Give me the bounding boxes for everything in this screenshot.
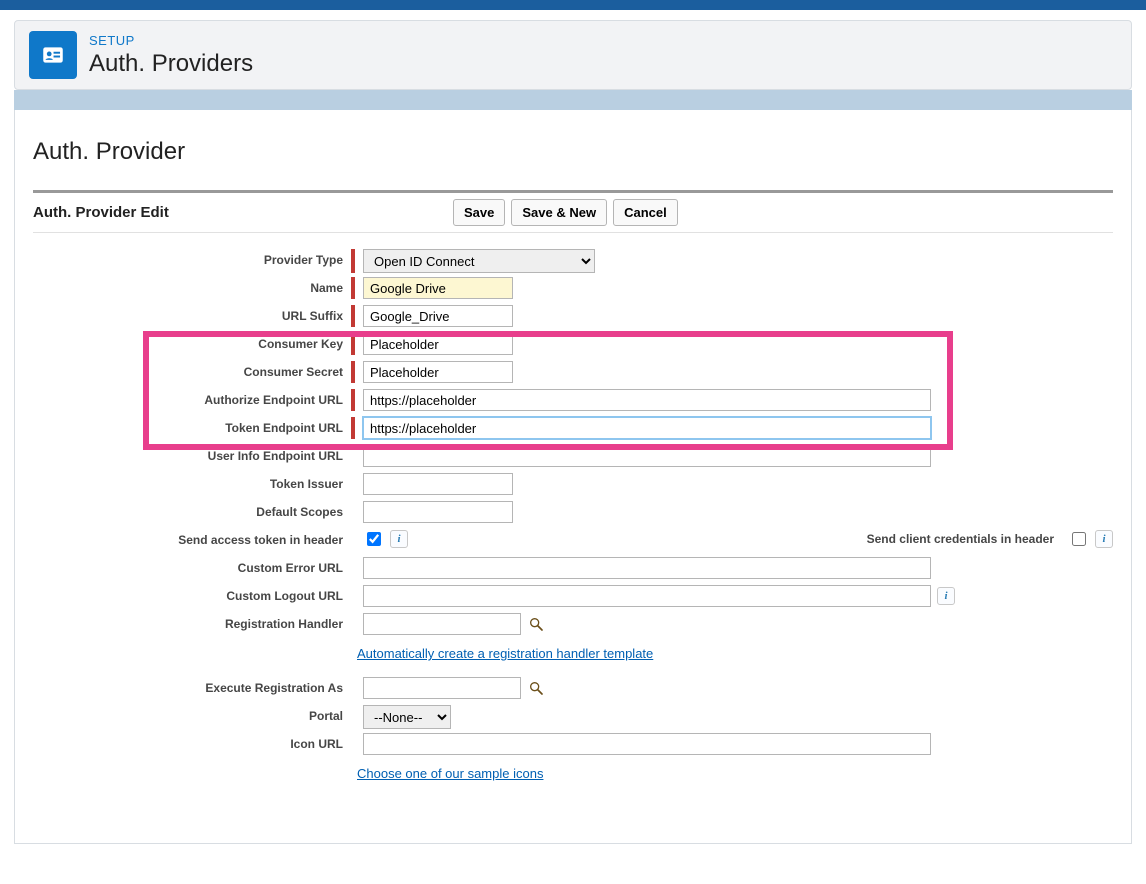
row-consumer-secret: Consumer Secret (37, 361, 1113, 389)
row-execute-registration-as: Execute Registration As (37, 677, 1113, 705)
row-portal: Portal --None-- (37, 705, 1113, 733)
top-blue-bar (0, 0, 1146, 10)
send-client-header-checkbox[interactable] (1072, 532, 1086, 546)
info-icon[interactable]: i (937, 587, 955, 605)
label-authorize-endpoint: Authorize Endpoint URL (37, 389, 351, 407)
label-url-suffix: URL Suffix (37, 305, 351, 323)
icon-link[interactable]: Choose one of our sample icons (357, 766, 543, 781)
info-icon[interactable]: i (1095, 530, 1113, 548)
required-bar (351, 389, 355, 411)
lookup-icon[interactable] (527, 615, 545, 633)
required-bar (351, 305, 355, 327)
custom-logout-url-input[interactable] (363, 585, 931, 607)
label-name: Name (37, 277, 351, 295)
label-icon-url: Icon URL (37, 733, 351, 751)
label-registration-handler: Registration Handler (37, 613, 351, 631)
setup-header: SETUP Auth. Providers (14, 20, 1132, 90)
row-name: Name (37, 277, 1113, 305)
banner-strip (14, 90, 1132, 110)
eyebrow: SETUP (89, 33, 253, 48)
required-bar (351, 277, 355, 299)
required-bar (351, 333, 355, 355)
header-title: Auth. Providers (89, 50, 253, 78)
row-userinfo-endpoint: User Info Endpoint URL (37, 445, 1113, 473)
required-bar (351, 361, 355, 383)
row-token-endpoint: Token Endpoint URL (37, 417, 1113, 445)
label-send-token-header: Send access token in header (37, 529, 351, 547)
send-token-header-checkbox[interactable] (367, 532, 381, 546)
token-issuer-input[interactable] (363, 473, 513, 495)
label-consumer-secret: Consumer Secret (37, 361, 351, 379)
name-input[interactable] (363, 277, 513, 299)
row-default-scopes: Default Scopes (37, 501, 1113, 529)
label-consumer-key: Consumer Key (37, 333, 351, 351)
required-bar (351, 249, 355, 273)
row-consumer-key: Consumer Key (37, 333, 1113, 361)
page-title: Auth. Provider (33, 138, 1113, 166)
label-default-scopes: Default Scopes (37, 501, 351, 519)
row-custom-logout-url: Custom Logout URL i (37, 585, 1113, 613)
label-token-endpoint: Token Endpoint URL (37, 417, 351, 435)
row-custom-error-url: Custom Error URL (37, 557, 1113, 585)
icon-url-input[interactable] (363, 733, 931, 755)
row-authorize-endpoint: Authorize Endpoint URL (37, 389, 1113, 417)
row-provider-type: Provider Type Open ID Connect (37, 249, 1113, 277)
row-registration-handler: Registration Handler (37, 613, 1113, 641)
authorize-endpoint-input[interactable] (363, 389, 931, 411)
label-portal: Portal (37, 705, 351, 723)
row-icon-url: Icon URL (37, 733, 1113, 761)
provider-type-select[interactable]: Open ID Connect (363, 249, 595, 273)
lookup-icon[interactable] (527, 679, 545, 697)
url-suffix-input[interactable] (363, 305, 513, 327)
execute-registration-as-input[interactable] (363, 677, 521, 699)
label-token-issuer: Token Issuer (37, 473, 351, 491)
default-scopes-input[interactable] (363, 501, 513, 523)
cancel-button[interactable]: Cancel (613, 199, 678, 226)
consumer-key-input[interactable] (363, 333, 513, 355)
row-send-token-header: Send access token in header i Send clien… (37, 529, 1113, 557)
label-custom-logout-url: Custom Logout URL (37, 585, 351, 603)
label-execute-registration-as: Execute Registration As (37, 677, 351, 695)
portal-select[interactable]: --None-- (363, 705, 451, 729)
page-icon (29, 31, 77, 79)
label-send-client-header: Send client credentials in header (867, 532, 1054, 546)
info-icon[interactable]: i (390, 530, 408, 548)
userinfo-endpoint-input[interactable] (363, 445, 931, 467)
divider (33, 190, 1113, 193)
main-card: Auth. Provider Auth. Provider Edit Save … (14, 110, 1132, 844)
section-title: Auth. Provider Edit (33, 204, 453, 221)
label-provider-type: Provider Type (37, 249, 351, 267)
section-header: Auth. Provider Edit Save Save & New Canc… (33, 199, 1113, 233)
required-bar (351, 417, 355, 439)
registration-handler-input[interactable] (363, 613, 521, 635)
save-button[interactable]: Save (453, 199, 505, 226)
custom-error-url-input[interactable] (363, 557, 931, 579)
consumer-secret-input[interactable] (363, 361, 513, 383)
label-userinfo-endpoint: User Info Endpoint URL (37, 445, 351, 463)
row-token-issuer: Token Issuer (37, 473, 1113, 501)
label-custom-error-url: Custom Error URL (37, 557, 351, 575)
reg-handler-link[interactable]: Automatically create a registration hand… (357, 646, 653, 661)
form: Provider Type Open ID Connect Name URL S… (33, 249, 1113, 783)
row-url-suffix: URL Suffix (37, 305, 1113, 333)
token-endpoint-input[interactable] (363, 417, 931, 439)
save-new-button[interactable]: Save & New (511, 199, 607, 226)
